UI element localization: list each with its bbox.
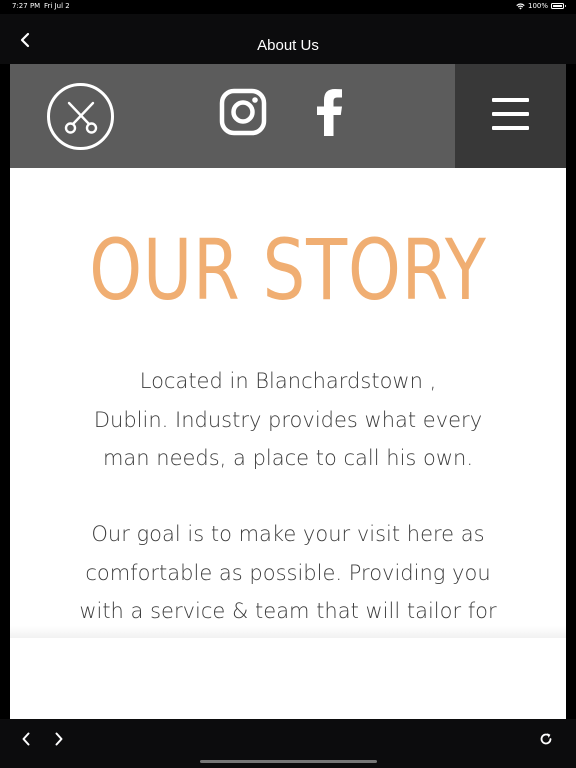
home-indicator [200, 760, 377, 763]
paragraph-line: Dublin. Industry provides what every [93, 407, 483, 432]
browser-toolbar [0, 719, 576, 768]
site-header [10, 64, 566, 168]
chevron-right-icon [55, 732, 63, 746]
facebook-link[interactable] [314, 88, 348, 136]
facebook-icon [317, 89, 342, 136]
instagram-icon [219, 88, 267, 136]
wifi-icon [516, 2, 525, 9]
page-title: About Us [257, 37, 319, 54]
reload-icon [540, 733, 552, 745]
story-paragraph-1: Located in Blanchardstown , Dublin. Indu… [60, 362, 516, 478]
status-bar: 7:27 PM Fri Jul 2 100% [0, 0, 576, 14]
battery-percent: 100% [527, 2, 548, 10]
status-date: Fri Jul 2 [44, 2, 70, 10]
menu-button[interactable] [455, 64, 566, 168]
site-logo[interactable] [47, 83, 114, 150]
browser-forward-button[interactable] [48, 728, 70, 750]
story-paragraph-2: Our goal is to make your visit here as c… [60, 515, 516, 631]
chevron-left-icon [22, 732, 30, 746]
reload-button[interactable] [535, 728, 557, 750]
browser-back-button[interactable] [15, 728, 37, 750]
battery-icon [551, 3, 566, 9]
paragraph-line: Located in Blanchardstown , [139, 369, 437, 393]
content-fade-edge [10, 626, 566, 638]
status-indicators: 100% [516, 2, 566, 10]
paragraph-line: with a service & team that will tailor f… [79, 599, 497, 623]
instagram-link[interactable] [219, 88, 267, 136]
scissors-icon [64, 101, 97, 134]
paragraph-line: comfortable as possible. Providing you [85, 560, 491, 585]
paragraph-line: man needs, a place to call his own. [102, 446, 474, 470]
section-heading: OUR STORY [89, 221, 487, 319]
navigation-bar: About Us [0, 14, 576, 64]
content-footer-blank [10, 638, 566, 719]
status-time: 7:27 PM [12, 2, 41, 10]
web-view[interactable]: OUR STORY Located in Blanchardstown , Du… [10, 64, 566, 719]
story-section: OUR STORY Located in Blanchardstown , Du… [10, 168, 566, 638]
paragraph-line: Our goal is to make your visit here as [91, 522, 485, 546]
hamburger-menu-icon [492, 98, 529, 130]
